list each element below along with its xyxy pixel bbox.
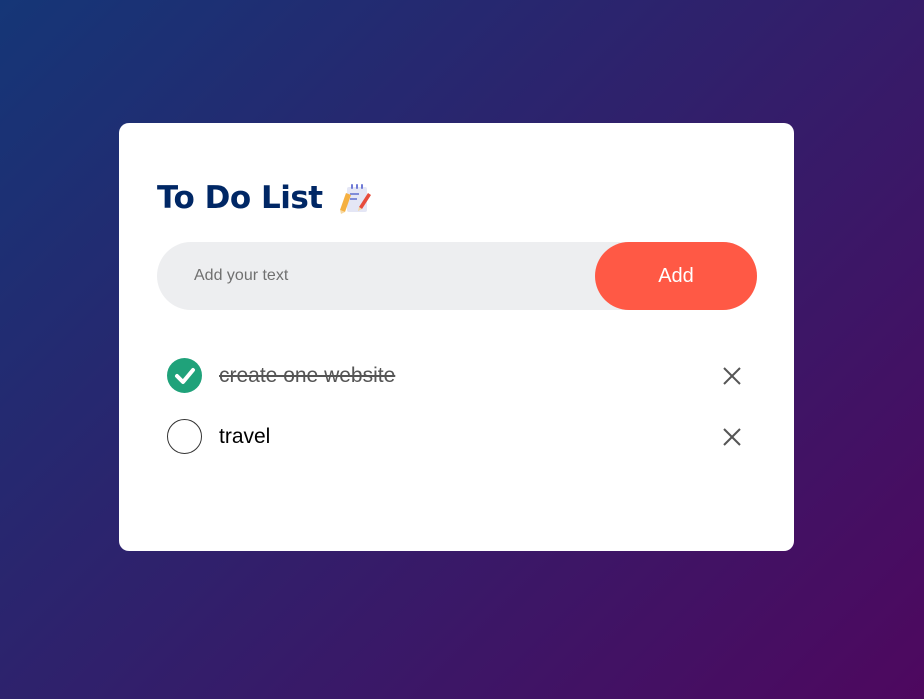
close-icon[interactable] — [721, 365, 743, 387]
checked-circle-icon[interactable] — [167, 358, 202, 393]
task-list: create one website travel — [157, 345, 757, 467]
add-task-row: Add — [157, 242, 757, 310]
task-label: travel — [219, 424, 271, 448]
notepad-pencil-icon — [335, 182, 373, 214]
list-item[interactable]: create one website — [157, 345, 757, 406]
todo-app-card: To Do List Add your text Add create one … — [119, 123, 794, 551]
task-input[interactable] — [157, 267, 595, 285]
unchecked-circle-icon[interactable] — [167, 419, 202, 454]
add-button[interactable]: Add — [595, 242, 757, 310]
page-title: To Do List — [157, 180, 323, 216]
close-icon[interactable] — [721, 426, 743, 448]
task-label: create one website — [219, 363, 396, 387]
list-item[interactable]: travel — [157, 406, 757, 467]
title-row: To Do List — [157, 180, 373, 216]
